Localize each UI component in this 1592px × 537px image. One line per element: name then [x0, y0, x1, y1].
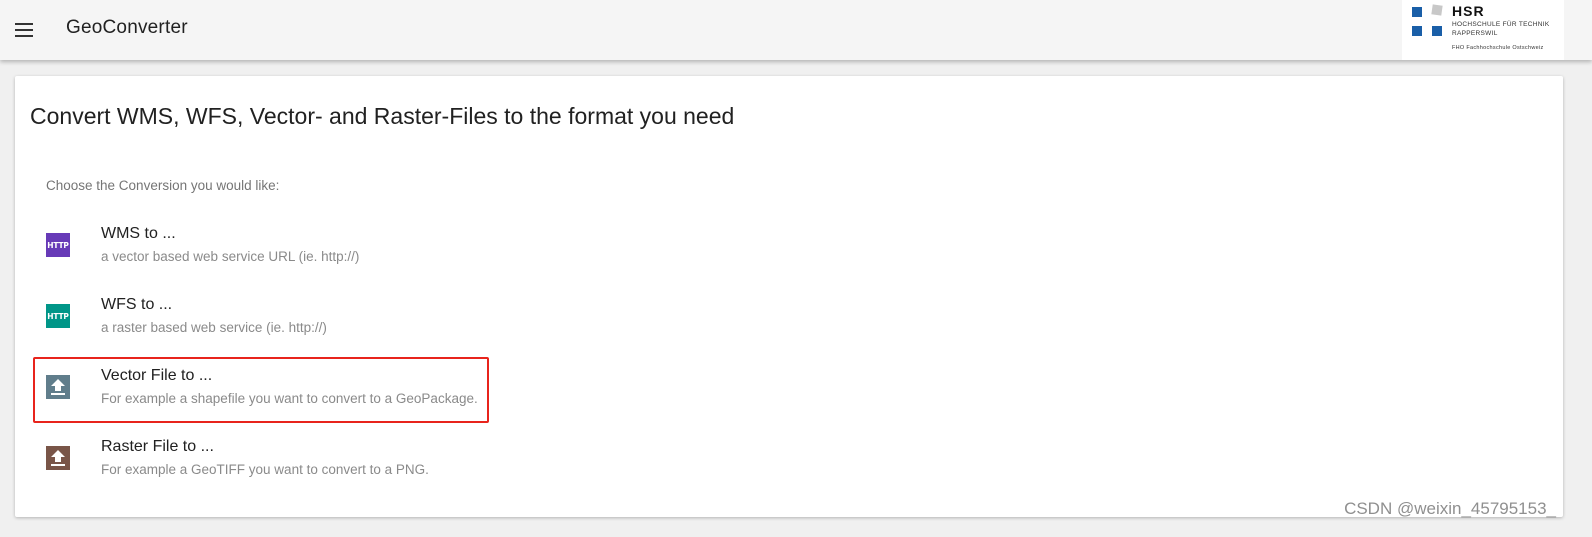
menu-icon[interactable] — [14, 19, 36, 41]
item-subtitle: For example a shapefile you want to conv… — [101, 391, 478, 406]
upload-icon — [46, 446, 70, 470]
http-icon: HTTP — [46, 304, 70, 328]
item-title: Vector File to ... — [101, 367, 213, 384]
list-item-wfs[interactable]: HTTP WFS to ... a raster based web servi… — [37, 291, 487, 351]
list-item-vector-file[interactable]: Vector File to ... For example a shapefi… — [37, 362, 487, 422]
item-subtitle: a raster based web service (ie. http://) — [101, 320, 327, 335]
http-icon: HTTP — [46, 233, 70, 257]
logo-line-1: HOCHSCHULE FÜR TECHNIK — [1452, 21, 1550, 28]
app-bar: GeoConverter HSR HOCHSCHULE FÜR TECHNIK … — [0, 0, 1592, 60]
logo-name: HSR — [1452, 3, 1485, 19]
list-item-wms[interactable]: HTTP WMS to ... a vector based web servi… — [37, 220, 487, 280]
http-badge-text: HTTP — [46, 233, 70, 257]
watermark-text: CSDN @weixin_45795153_ — [1344, 499, 1556, 518]
app-title: GeoConverter — [66, 17, 188, 38]
item-subtitle: For example a GeoTIFF you want to conver… — [101, 462, 429, 477]
http-badge-text: HTTP — [46, 304, 70, 328]
upload-icon — [46, 375, 70, 399]
item-title: WFS to ... — [101, 296, 173, 313]
item-title: WMS to ... — [101, 225, 176, 242]
list-subheader: Choose the Conversion you would like: — [46, 178, 280, 193]
list-item-raster-file[interactable]: Raster File to ... For example a GeoTIFF… — [37, 433, 487, 493]
hsr-logo: HSR HOCHSCHULE FÜR TECHNIK RAPPERSWIL FH… — [1402, 0, 1564, 60]
item-title: Raster File to ... — [101, 438, 214, 455]
logo-line-2: RAPPERSWIL — [1452, 30, 1498, 37]
page-headline: Convert WMS, WFS, Vector- and Raster-Fil… — [30, 103, 735, 129]
item-subtitle: a vector based web service URL (ie. http… — [101, 249, 360, 264]
conversion-card: Convert WMS, WFS, Vector- and Raster-Fil… — [15, 76, 1563, 517]
logo-line-3: FHO Fachhochschule Ostschweiz — [1452, 45, 1544, 51]
